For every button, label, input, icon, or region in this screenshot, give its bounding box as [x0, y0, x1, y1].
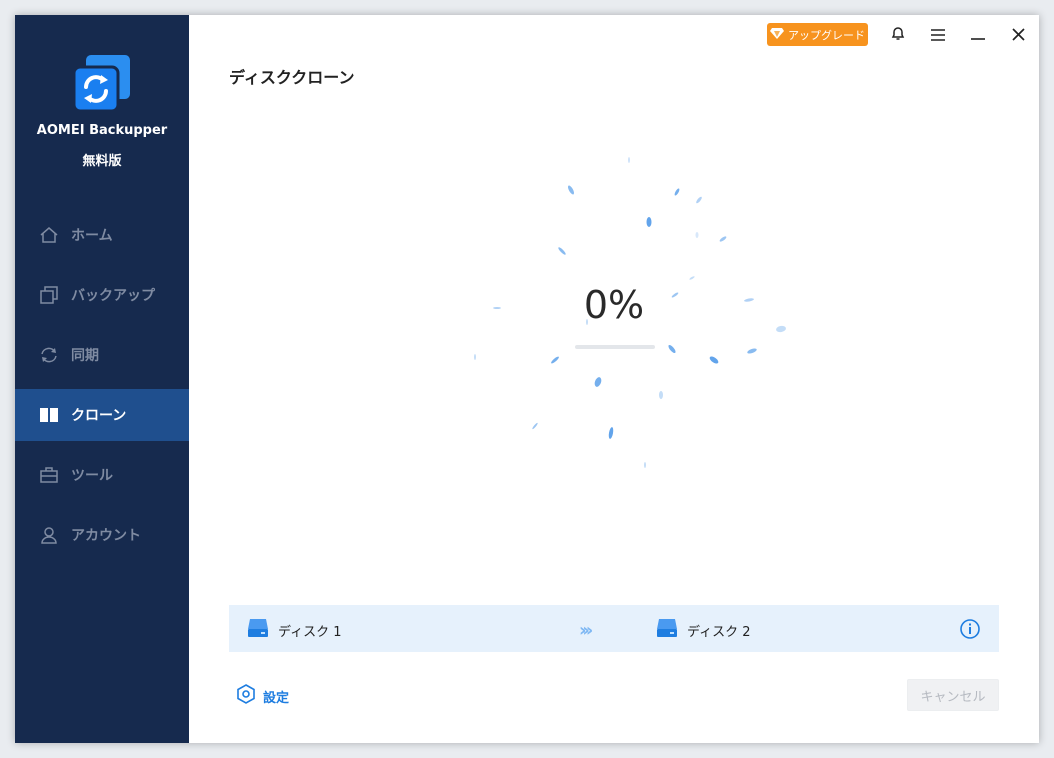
- close-icon: [1011, 26, 1025, 45]
- clone-icon: [38, 404, 60, 426]
- app-name: AOMEI Backupper: [36, 123, 168, 138]
- backup-icon: [38, 284, 60, 306]
- upgrade-label: アップグレード: [788, 28, 865, 42]
- bell-icon: [890, 25, 906, 45]
- page-title: ディスククローン: [229, 68, 355, 87]
- minimize-button[interactable]: [966, 23, 990, 47]
- sync-icon: [38, 344, 60, 366]
- info-icon: [959, 619, 981, 644]
- account-icon: [38, 524, 60, 546]
- sidebar-item-label: 同期: [71, 348, 99, 364]
- sidebar: AOMEI Backupper 無料版 ホーム バックアップ 同期 クローン ツ…: [15, 15, 189, 743]
- sidebar-item-label: ホーム: [71, 228, 113, 244]
- settings-label: 設定: [263, 690, 290, 706]
- sidebar-item-backup[interactable]: バックアップ: [15, 269, 189, 321]
- tools-icon: [38, 464, 60, 486]
- progress-percent: 0%: [583, 283, 645, 327]
- sidebar-item-tools[interactable]: ツール: [15, 449, 189, 501]
- target-disk: ディスク 2: [656, 618, 751, 642]
- source-disk-label: ディスク 1: [278, 624, 342, 640]
- sidebar-item-label: バックアップ: [71, 288, 155, 304]
- menu-button[interactable]: [926, 23, 950, 47]
- sidebar-item-clone[interactable]: クローン: [15, 389, 189, 441]
- info-button[interactable]: [959, 618, 981, 640]
- diamond-icon: [770, 27, 784, 42]
- sidebar-item-label: アカウント: [71, 528, 141, 544]
- settings-button[interactable]: 設定: [236, 684, 289, 708]
- upgrade-button[interactable]: アップグレード: [767, 23, 868, 46]
- app-window: AOMEI Backupper 無料版 ホーム バックアップ 同期 クローン ツ…: [15, 15, 1039, 743]
- source-disk: ディスク 1: [247, 618, 342, 642]
- sidebar-item-home[interactable]: ホーム: [15, 209, 189, 261]
- sidebar-item-sync[interactable]: 同期: [15, 329, 189, 381]
- home-icon: [38, 224, 60, 246]
- disk-drive-icon: [656, 618, 678, 642]
- notification-bell-button[interactable]: [886, 23, 910, 47]
- main-panel: アップグレード ディスククローン 0% ディスク 1 ››› ディスク 2 設定…: [189, 15, 1039, 743]
- chevrons-right-icon: ›››: [579, 620, 593, 641]
- sidebar-item-label: ツール: [71, 468, 113, 484]
- disk-mapping-strip: ディスク 1 ››› ディスク 2: [229, 605, 999, 652]
- progress-bar: [575, 345, 655, 349]
- cancel-button[interactable]: キャンセル: [907, 679, 999, 711]
- app-edition: 無料版: [82, 154, 122, 169]
- target-disk-label: ディスク 2: [687, 624, 751, 640]
- minimize-icon: [971, 26, 985, 45]
- clone-progress-indicator: 0%: [429, 155, 799, 475]
- settings-gear-icon: [236, 684, 256, 708]
- disk-drive-icon: [247, 618, 269, 642]
- hamburger-menu-icon: [931, 26, 945, 45]
- app-logo: [72, 53, 132, 115]
- close-button[interactable]: [1006, 23, 1030, 47]
- sidebar-item-label: クローン: [71, 408, 127, 424]
- sidebar-item-account[interactable]: アカウント: [15, 509, 189, 561]
